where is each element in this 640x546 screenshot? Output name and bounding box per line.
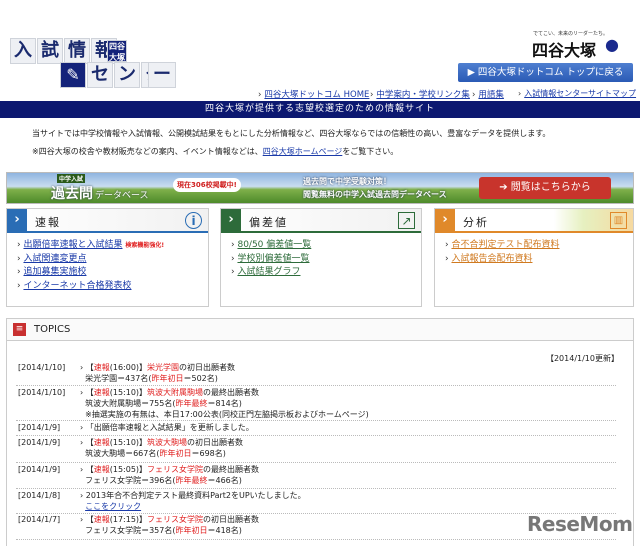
chevron-right-icon: › xyxy=(221,209,241,231)
arrow-circle-icon: ➔ xyxy=(499,182,511,193)
nav-link-glossary[interactable]: 用語集 xyxy=(472,88,504,100)
pencil-icon: ✎ xyxy=(60,62,86,88)
topic-row: [2014/1/7] › 【速報(17:15)】フェリス女学院の初日出願者数 フェ… xyxy=(16,514,616,540)
back-to-top-button[interactable]: ▶ 四谷大塚ドットコム トップに戻る xyxy=(458,63,633,82)
tagline-band: 四谷大塚が提供する志望校選定のための情報サイト xyxy=(0,101,640,118)
topic-row: [2014/1/10] › 【速報(15:10)】筑波大附属駒場の最終出願者数 筑… xyxy=(16,387,616,421)
topic-date: [2014/1/9] xyxy=(18,465,61,474)
link-80-50-hensachi[interactable]: 80/50 偏差値一覧 xyxy=(237,240,311,250)
nav-link-schools[interactable]: 中学案内・学校リンク集 xyxy=(370,88,470,100)
link-gohugo-materials[interactable]: 合不合判定テスト配布資料 xyxy=(451,240,559,250)
nav-link-home[interactable]: 四谷大塚ドットコム HOME xyxy=(258,88,369,100)
panel-title: 偏差値 xyxy=(249,216,288,229)
school-name[interactable]: 筑波大駒場 xyxy=(147,438,187,447)
logo-tile: 試 xyxy=(37,38,63,64)
topic-date: [2014/1/9] xyxy=(18,438,61,447)
logo-tile: ー xyxy=(148,62,176,88)
sokuhou-panel: › 速報 i 出願倍率速報と入試結果 検索機能強化! 入試関連変更点 追加募集実… xyxy=(6,208,209,307)
past-exam-banner[interactable]: 中学入試 過去問 データベース 現在306校掲載中! 過去問で中学受験対策！ 閲… xyxy=(6,172,634,204)
topic-date: [2014/1/9] xyxy=(18,423,61,432)
topic-text[interactable]: 「出願倍率速報と入試結果」を更新しました。 xyxy=(86,423,254,432)
info-icon: i xyxy=(185,212,202,229)
logo-badge: 四谷大塚 xyxy=(107,40,127,62)
topic-text[interactable]: 2013年合不合判定テスト最終資料Part2をUPいたしました。 xyxy=(86,491,306,500)
nav-link-sitemap[interactable]: 入試情報センターサイトマップ xyxy=(518,88,636,99)
brand-tagline: でてこい、未来のリーダーたち。 xyxy=(533,31,609,37)
logo-tile: ン xyxy=(114,62,140,88)
list-icon: ≡ xyxy=(13,323,26,336)
bar-chart-icon: ▥ xyxy=(610,212,627,229)
chevron-right-icon: › xyxy=(435,209,455,231)
school-name[interactable]: 栄光学園 xyxy=(147,363,179,372)
feature-badge: 検索機能強化! xyxy=(125,242,165,249)
topics-title: TOPICS xyxy=(34,324,71,335)
logo-tile: セ xyxy=(87,62,113,88)
topic-date: [2014/1/10] xyxy=(18,363,66,372)
topic-row: [2014/1/9] › 【速報(15:10)】筑波大駒場の初日出願者数 筑波大駒… xyxy=(16,437,616,463)
topics-header: ≡ TOPICS xyxy=(6,318,634,340)
analysis-panel: › 分析 ▥ 合不合判定テスト配布資料 入試報告会配布資料 xyxy=(434,208,634,307)
hensachi-panel: › 偏差値 ↗ 80/50 偏差値一覧 学校別偏差値一覧 入試結果グラフ xyxy=(220,208,422,307)
intro-note: ※四谷大塚の校舎や教材販売などの案内、イベント情報などは、四谷大塚ホームページを… xyxy=(32,147,399,156)
intro-text: 当サイトでは中学校情報や入試情報、公開模試結果をもとにした分析情報など、四谷大塚… xyxy=(32,129,551,138)
brand-mark-icon: ● xyxy=(605,35,619,54)
click-here-link[interactable]: ここをクリック xyxy=(85,502,141,511)
topic-row: [2014/1/8] › 2013年合不合判定テスト最終資料Part2をUPいたし… xyxy=(16,490,616,514)
link-school-hensachi[interactable]: 学校別偏差値一覧 xyxy=(237,254,309,264)
link-online-results[interactable]: インターネット合格発表校 xyxy=(23,281,131,291)
topic-date: [2014/1/8] xyxy=(18,491,61,500)
topic-date: [2014/1/7] xyxy=(18,515,61,524)
topic-row: [2014/1/9] › 「出願倍率速報と入試結果」を更新しました。 xyxy=(16,422,616,436)
school-name[interactable]: フェリス女学院 xyxy=(147,515,203,524)
logo-tile: 入 xyxy=(10,38,36,64)
school-count-badge: 現在306校掲載中! xyxy=(173,178,241,192)
school-name[interactable]: フェリス女学院 xyxy=(147,465,203,474)
link-application-results[interactable]: 出願倍率速報と入試結果 xyxy=(23,240,122,250)
topic-note: ※抽選実施の有無は、本日17:00公表(同校正門左脇掲示板およびホームページ) xyxy=(85,410,369,419)
school-name[interactable]: 筑波大附属駒場 xyxy=(147,388,203,397)
logo-tile: 情 xyxy=(64,38,90,64)
arrow-up-right-icon: ↗ xyxy=(398,212,415,229)
yotsuya-home-link[interactable]: 四谷大塚ホームページ xyxy=(263,147,343,156)
link-exam-changes[interactable]: 入試関連変更点 xyxy=(23,254,86,264)
panel-title: 分析 xyxy=(463,216,489,229)
topic-row: [2014/1/9] › 【速報(15:05)】フェリス女学院の最終出願者数 フェ… xyxy=(16,464,616,489)
link-additional-recruitment[interactable]: 追加募集実施校 xyxy=(23,267,86,277)
browse-button[interactable]: ➔ 閲覧はこちらから xyxy=(479,177,611,199)
topic-row: [2014/1/10] › 【速報(16:00)】栄光学園の初日出願者数 栄光学園… xyxy=(16,362,616,386)
chevron-right-icon: › xyxy=(7,209,27,231)
topic-date: [2014/1/10] xyxy=(18,388,66,397)
link-result-graph[interactable]: 入試結果グラフ xyxy=(237,267,300,277)
panel-title: 速報 xyxy=(35,216,61,229)
link-briefing-materials[interactable]: 入試報告会配布資料 xyxy=(451,254,532,264)
resemom-watermark: ReseMom xyxy=(527,512,633,536)
brand-name[interactable]: 四谷大塚 xyxy=(532,37,596,61)
